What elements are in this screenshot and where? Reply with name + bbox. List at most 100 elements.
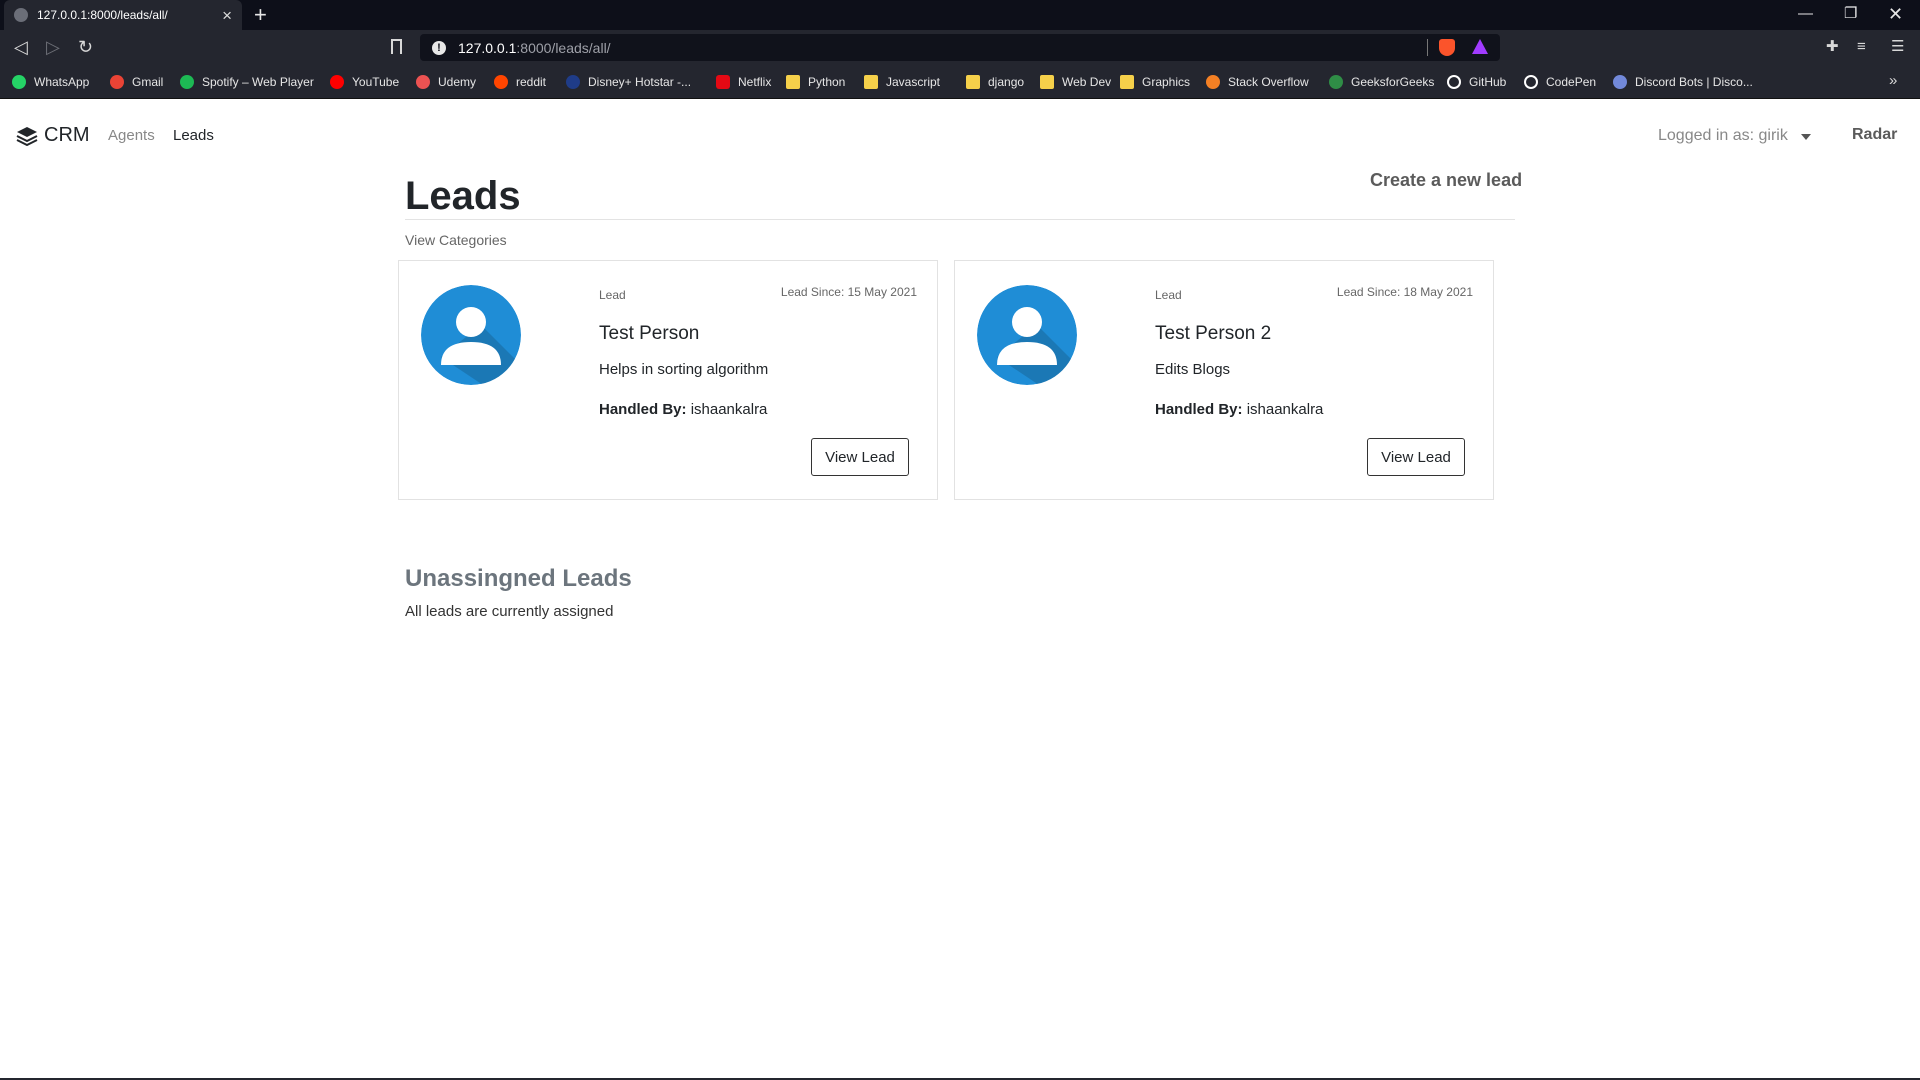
bookmark-item[interactable]: Discord Bots | Disco... (1613, 74, 1753, 90)
url-host: 127.0.0.1 (458, 39, 517, 56)
tab-title: 127.0.0.1:8000/leads/all/ (37, 8, 168, 22)
create-lead-link[interactable]: Create a new lead (1370, 170, 1522, 191)
close-window-button[interactable]: ✕ (1888, 5, 1903, 23)
reading-list-icon[interactable]: ≡ (1857, 38, 1866, 56)
lead-handler: Handled By: ishaankalra (599, 401, 767, 418)
lead-tag: Lead (1155, 288, 1182, 302)
bookmark-item[interactable]: Python (786, 74, 845, 90)
bookmark-item[interactable]: Graphics (1120, 74, 1190, 90)
more-bookmarks-icon[interactable]: » (1889, 72, 1897, 89)
bookmark-item[interactable]: YouTube (330, 74, 399, 90)
bookmark-label: Spotify – Web Player (202, 75, 314, 89)
close-tab-icon[interactable]: × (222, 7, 232, 24)
unassigned-leads-title: Unassingned Leads (405, 565, 632, 592)
extensions-icon[interactable]: ✚ (1826, 38, 1839, 56)
lead-name: Test Person 2 (1155, 323, 1272, 344)
minimize-button[interactable]: — (1798, 5, 1813, 23)
url-path: :8000/leads/all/ (516, 39, 611, 56)
folder-icon (864, 75, 878, 89)
bookmark-item[interactable]: WhatsApp (12, 74, 89, 90)
bookmark-item[interactable]: Web Dev (1040, 74, 1111, 90)
lead-description: Helps in sorting algorithm (599, 361, 769, 378)
bookmark-item[interactable]: Stack Overflow (1206, 74, 1309, 90)
handler-name: ishaankalra (690, 401, 768, 418)
restore-button[interactable]: ❐ (1844, 5, 1857, 23)
discord-icon (1613, 75, 1627, 89)
app-navbar: CRM Agents Leads Logged in as: girik Rad… (0, 100, 1920, 172)
bookmark-label: Udemy (438, 75, 477, 89)
folder-icon (1040, 75, 1054, 89)
bookmark-item[interactable]: Javascript (864, 74, 940, 90)
address-bar[interactable]: ! 127.0.0.1:8000/leads/all/ (420, 34, 1500, 61)
chevron-down-icon[interactable] (1801, 134, 1811, 140)
handler-name: ishaankalra (1246, 401, 1324, 418)
forward-button[interactable]: ▷ (46, 37, 60, 57)
folder-icon (966, 75, 980, 89)
new-tab-button[interactable]: + (254, 3, 267, 27)
github-icon (1447, 75, 1461, 89)
bookmark-item[interactable]: CodePen (1524, 74, 1596, 90)
bookmark-page-icon[interactable] (391, 39, 402, 54)
bookmark-item[interactable]: Gmail (110, 74, 163, 90)
site-info-icon[interactable]: ! (432, 40, 446, 55)
bookmark-label: WhatsApp (34, 75, 90, 89)
user-dropdown-label[interactable]: Logged in as: girik (1658, 127, 1788, 145)
back-button[interactable]: ◁ (14, 37, 28, 57)
geeksforgeeks-icon (1329, 75, 1343, 89)
omnibox-divider (1427, 39, 1428, 56)
folder-icon (1120, 75, 1134, 89)
nav-agents-link[interactable]: Agents (108, 127, 155, 144)
brave-rewards-icon[interactable] (1472, 39, 1488, 54)
bookmark-label: YouTube (352, 75, 400, 89)
view-lead-button[interactable]: View Lead (1367, 438, 1465, 476)
lead-card: Lead Lead Since: 15 May 2021 Test Person… (398, 260, 938, 500)
lead-name: Test Person (599, 323, 700, 344)
bookmark-item[interactable]: reddit (494, 74, 546, 90)
view-lead-button[interactable]: View Lead (811, 438, 909, 476)
bookmark-label: GeeksforGeeks (1351, 75, 1435, 89)
lead-since: Lead Since: 18 May 2021 (1336, 285, 1473, 299)
bookmark-label: Python (808, 75, 846, 89)
menu-icon[interactable]: ☰ (1891, 38, 1904, 56)
bookmark-label: GitHub (1469, 75, 1507, 89)
unassigned-leads-text: All leads are currently assigned (405, 603, 614, 620)
lead-since: Lead Since: 15 May 2021 (780, 285, 917, 299)
bookmark-item[interactable]: django (966, 74, 1024, 90)
udemy-icon (416, 75, 430, 89)
bookmark-label: Stack Overflow (1228, 75, 1309, 89)
brave-shields-icon[interactable] (1439, 39, 1455, 56)
lead-handler: Handled By: ishaankalra (1155, 401, 1323, 418)
hotstar-icon (566, 75, 580, 89)
bookmark-label: Graphics (1142, 75, 1191, 89)
reddit-icon (494, 75, 508, 89)
gmail-icon (110, 75, 124, 89)
lead-tag: Lead (599, 288, 626, 302)
bookmark-item[interactable]: Netflix (716, 74, 771, 90)
spotify-icon (180, 75, 194, 89)
radar-link[interactable]: Radar (1852, 126, 1897, 144)
bookmarks-bar: WhatsApp Gmail Spotify – Web Player YouTube… (0, 65, 1920, 99)
avatar-icon (977, 285, 1077, 385)
reload-button[interactable]: ↻ (78, 37, 93, 57)
handled-by-label: Handled By: (1155, 401, 1243, 418)
bookmark-item[interactable]: GitHub (1447, 74, 1506, 90)
layers-icon (16, 126, 38, 146)
bookmark-label: Discord Bots | Disco... (1635, 75, 1753, 89)
browser-tab[interactable]: 127.0.0.1:8000/leads/all/ × (4, 0, 242, 30)
bookmark-label: Javascript (886, 75, 941, 89)
tab-strip: 127.0.0.1:8000/leads/all/ × + — ❐ ✕ (0, 0, 1920, 30)
netflix-icon (716, 75, 730, 89)
brand-link[interactable]: CRM (16, 124, 90, 147)
view-categories-link[interactable]: View Categories (405, 232, 507, 248)
codepen-icon (1524, 75, 1538, 89)
bookmark-item[interactable]: Udemy (416, 74, 476, 90)
bookmark-label: reddit (516, 75, 547, 89)
handled-by-label: Handled By: (599, 401, 687, 418)
bookmark-item[interactable]: Spotify – Web Player (180, 74, 314, 90)
bookmark-item[interactable]: GeeksforGeeks (1329, 74, 1434, 90)
divider (405, 219, 1515, 220)
avatar-icon (421, 285, 521, 385)
lead-description: Edits Blogs (1155, 361, 1231, 378)
nav-leads-link[interactable]: Leads (173, 127, 214, 144)
bookmark-item[interactable]: Disney+ Hotstar -... (566, 74, 691, 90)
